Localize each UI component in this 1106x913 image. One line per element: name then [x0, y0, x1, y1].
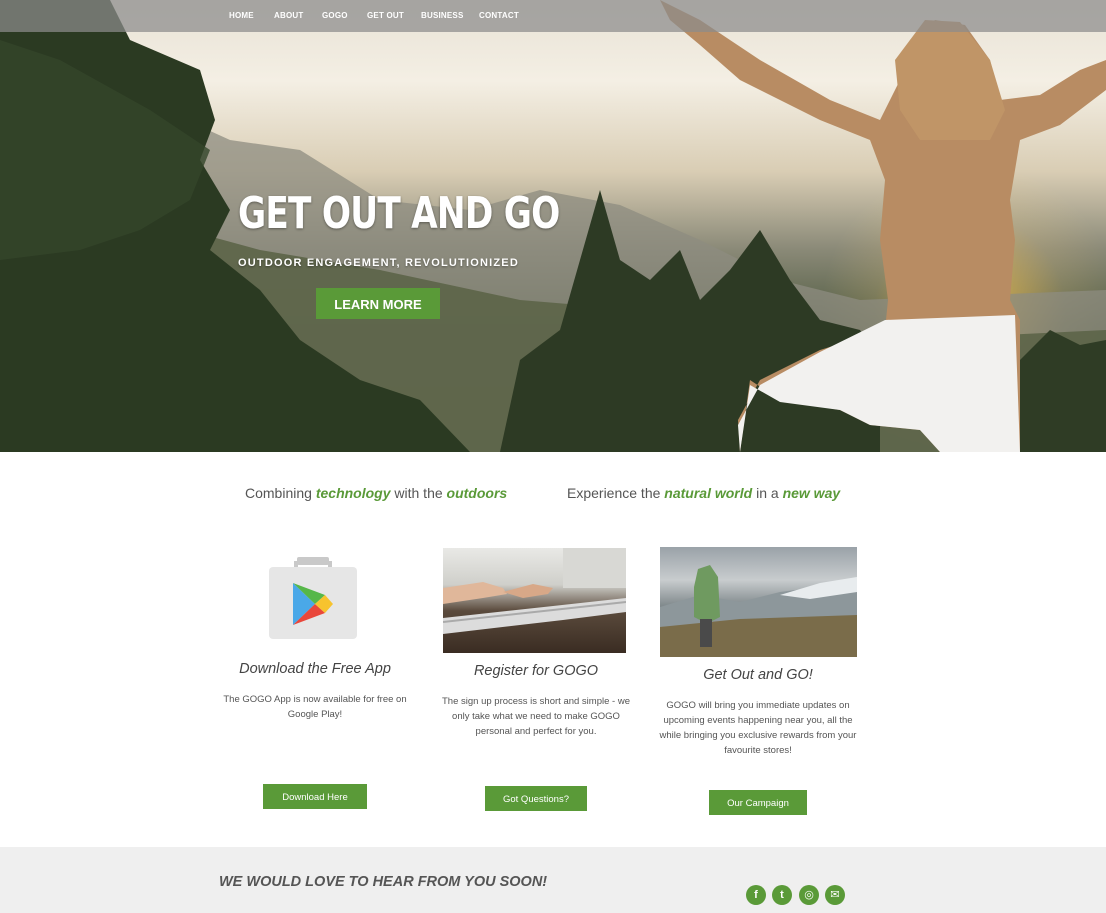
top-navigation: HOME ABOUT GOGO GET OUT BUSINESS CONTACT: [0, 0, 1106, 32]
feature-title-download: Download the Free App: [239, 661, 391, 677]
tagline-left-text-2: with the: [390, 485, 447, 501]
email-icon[interactable]: ✉: [825, 885, 845, 905]
instagram-icon[interactable]: ◎: [799, 885, 819, 905]
tagline-right-text-2: in a: [752, 485, 783, 501]
nav-about[interactable]: ABOUT: [274, 0, 303, 32]
nav-contact[interactable]: CONTACT: [479, 0, 519, 32]
feature-text-download: The GOGO App is now available for free o…: [223, 694, 407, 720]
typing-keyboard-image: [443, 548, 626, 653]
feature-text-register: The sign up process is short and simple …: [442, 696, 630, 737]
nav-gogo[interactable]: GOGO: [322, 0, 348, 32]
feature-title-register: Register for GOGO: [473, 663, 599, 679]
learn-more-button[interactable]: LEARN MORE: [316, 288, 440, 319]
footer: WE WOULD LOVE TO HEAR FROM YOU SOON! f t…: [0, 847, 1106, 913]
tagline-right-emphasis-1: natural world: [664, 485, 753, 501]
twitter-icon[interactable]: t: [772, 885, 792, 905]
footer-title: WE WOULD LOVE TO HEAR FROM YOU SOON!: [219, 874, 548, 890]
tagline-left-emphasis-2: outdoors: [446, 485, 508, 501]
hiker-mountain-image: [660, 547, 857, 657]
our-campaign-button[interactable]: Our Campaign: [709, 790, 807, 815]
google-play-icon: [267, 555, 359, 641]
tagline-left-emphasis-1: technology: [315, 485, 391, 501]
got-questions-button[interactable]: Got Questions?: [485, 786, 587, 811]
nav-home[interactable]: HOME: [229, 0, 254, 32]
facebook-icon[interactable]: f: [746, 885, 766, 905]
download-here-button[interactable]: Download Here: [263, 784, 367, 809]
nav-get-out[interactable]: GET OUT: [367, 0, 404, 32]
tagline-left-text-1: Combining: [245, 485, 316, 501]
tagline-right-text-1: Experience the: [567, 485, 665, 501]
tagline-right-emphasis-2: new way: [782, 485, 841, 501]
tagline-right: Experience the natural world in a new wa…: [567, 485, 840, 501]
nav-business[interactable]: BUSINESS: [421, 0, 464, 32]
hero-title: GET OUT AND GO: [238, 188, 560, 239]
tagline-left: Combining technology with the outdoors: [245, 485, 507, 501]
feature-text-get-out: GOGO will bring you immediate updates on…: [659, 700, 857, 756]
hero-subtitle: OUTDOOR ENGAGEMENT, REVOLUTIONIZED: [238, 257, 519, 269]
feature-title-get-out: Get Out and GO!: [703, 667, 813, 683]
